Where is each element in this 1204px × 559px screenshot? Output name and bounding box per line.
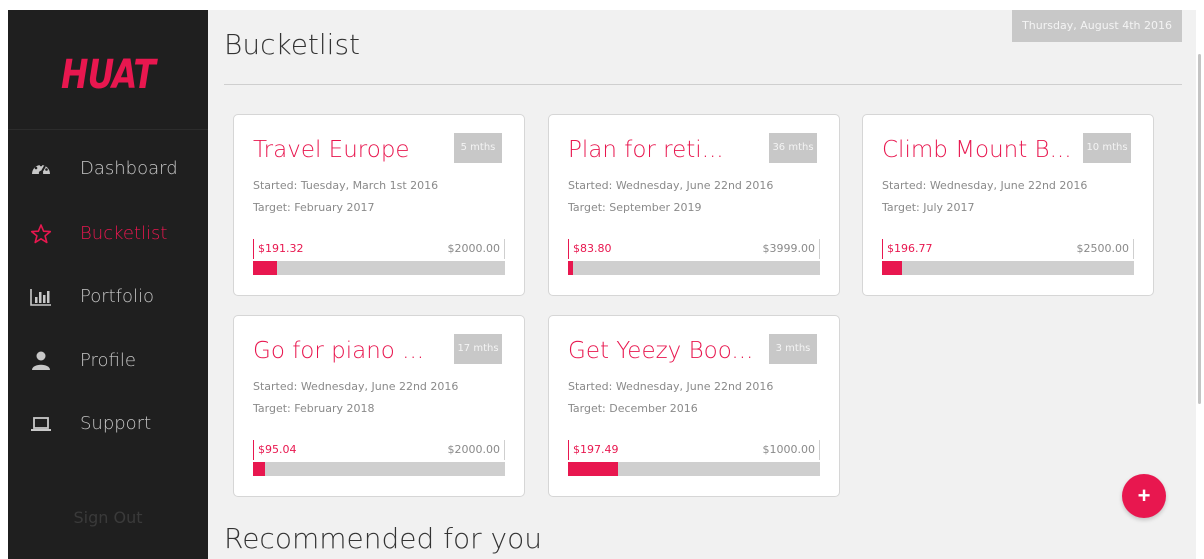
current-amount: $197.49 bbox=[568, 440, 619, 460]
sidebar-item-label: Profile bbox=[80, 350, 136, 371]
progress-fill bbox=[882, 261, 902, 275]
target-date: Target: February 2018 bbox=[253, 402, 375, 415]
start-date: Started: Wednesday, June 22nd 2016 bbox=[882, 179, 1088, 192]
progress-track bbox=[568, 462, 820, 476]
target-amount: $2000.00 bbox=[448, 440, 505, 460]
target-amount: $2500.00 bbox=[1077, 239, 1134, 259]
target-amount: $2000.00 bbox=[448, 239, 505, 259]
current-amount: $95.04 bbox=[253, 440, 297, 460]
sign-out-link[interactable]: Sign Out bbox=[8, 508, 208, 527]
target-date: Target: July 2017 bbox=[882, 201, 975, 214]
sidebar-item-label: Portfolio bbox=[80, 286, 155, 307]
goal-title: Climb Mount B... bbox=[882, 137, 1072, 163]
duration-badge: 3 mths bbox=[769, 334, 817, 364]
user-icon bbox=[30, 350, 52, 372]
sidebar-item-label: Support bbox=[80, 413, 152, 434]
duration-badge: 17 mths bbox=[454, 334, 502, 364]
duration-badge: 5 mths bbox=[454, 133, 502, 163]
target-date: Target: December 2016 bbox=[568, 402, 698, 415]
goal-title: Get Yeezy Boo... bbox=[568, 338, 754, 364]
recommended-heading: Recommended for you bbox=[224, 522, 542, 555]
progress-track bbox=[882, 261, 1134, 275]
target-amount: $3999.00 bbox=[763, 239, 820, 259]
app-logo: HUAT bbox=[61, 52, 156, 98]
start-date: Started: Wednesday, June 22nd 2016 bbox=[568, 179, 774, 192]
sidebar-item-support[interactable]: Support bbox=[8, 407, 208, 443]
current-amount: $83.80 bbox=[568, 239, 612, 259]
current-amount: $191.32 bbox=[253, 239, 304, 259]
sidebar-item-profile[interactable]: Profile bbox=[8, 344, 208, 380]
progress-section: $83.80 $3999.00 bbox=[568, 239, 820, 275]
sidebar: HUAT Dashboard Bucketlist Portfolio Prof… bbox=[8, 10, 208, 559]
add-goal-button[interactable]: + bbox=[1122, 474, 1166, 518]
laptop-icon bbox=[30, 413, 52, 435]
sidebar-divider bbox=[8, 129, 208, 130]
start-date: Started: Tuesday, March 1st 2016 bbox=[253, 179, 439, 192]
bucketlist-card[interactable]: Go for piano ... 17 mths Started: Wednes… bbox=[233, 315, 525, 497]
sidebar-item-bucketlist[interactable]: Bucketlist bbox=[8, 217, 208, 253]
bucketlist-card[interactable]: Get Yeezy Boo... 3 mths Started: Wednesd… bbox=[548, 315, 840, 497]
star-icon bbox=[30, 223, 52, 245]
dashboard-icon bbox=[30, 158, 52, 180]
bucketlist-card[interactable]: Travel Europe 5 mths Started: Tuesday, M… bbox=[233, 114, 525, 296]
progress-fill bbox=[253, 261, 278, 275]
goal-title: Go for piano ... bbox=[253, 338, 425, 364]
progress-track bbox=[253, 462, 505, 476]
goal-title: Travel Europe bbox=[253, 137, 410, 163]
plus-icon: + bbox=[1137, 483, 1151, 508]
main-content: Bucketlist Thursday, August 4th 2016 Tra… bbox=[208, 10, 1196, 559]
progress-track bbox=[568, 261, 820, 275]
target-date: Target: September 2019 bbox=[568, 201, 702, 214]
bar-chart-icon bbox=[30, 286, 52, 308]
goal-title: Plan for reti... bbox=[568, 137, 724, 163]
bucketlist-card[interactable]: Climb Mount B... 10 mths Started: Wednes… bbox=[862, 114, 1154, 296]
scrollbar[interactable] bbox=[1196, 10, 1204, 559]
sidebar-item-portfolio[interactable]: Portfolio bbox=[8, 280, 208, 316]
scrollbar-thumb[interactable] bbox=[1198, 54, 1201, 404]
bucketlist-card[interactable]: Plan for reti... 36 mths Started: Wednes… bbox=[548, 114, 840, 296]
duration-badge: 10 mths bbox=[1083, 133, 1131, 163]
start-date: Started: Wednesday, June 22nd 2016 bbox=[568, 380, 774, 393]
progress-fill bbox=[253, 462, 265, 476]
progress-track bbox=[253, 261, 505, 275]
target-amount: $1000.00 bbox=[763, 440, 820, 460]
window-top-edge bbox=[0, 0, 1204, 10]
progress-fill bbox=[568, 261, 574, 275]
current-amount: $196.77 bbox=[882, 239, 933, 259]
start-date: Started: Wednesday, June 22nd 2016 bbox=[253, 380, 459, 393]
target-date: Target: February 2017 bbox=[253, 201, 375, 214]
duration-badge: 36 mths bbox=[769, 133, 817, 163]
progress-section: $197.49 $1000.00 bbox=[568, 440, 820, 476]
title-divider bbox=[224, 84, 1182, 85]
progress-fill bbox=[568, 462, 618, 476]
sidebar-item-dashboard[interactable]: Dashboard bbox=[8, 152, 208, 188]
sidebar-item-label: Dashboard bbox=[80, 158, 178, 179]
progress-section: $95.04 $2000.00 bbox=[253, 440, 505, 476]
page-title: Bucketlist bbox=[224, 28, 361, 61]
progress-section: $196.77 $2500.00 bbox=[882, 239, 1134, 275]
sidebar-item-label: Bucketlist bbox=[80, 223, 168, 244]
progress-section: $191.32 $2000.00 bbox=[253, 239, 505, 275]
date-badge: Thursday, August 4th 2016 bbox=[1012, 10, 1182, 42]
